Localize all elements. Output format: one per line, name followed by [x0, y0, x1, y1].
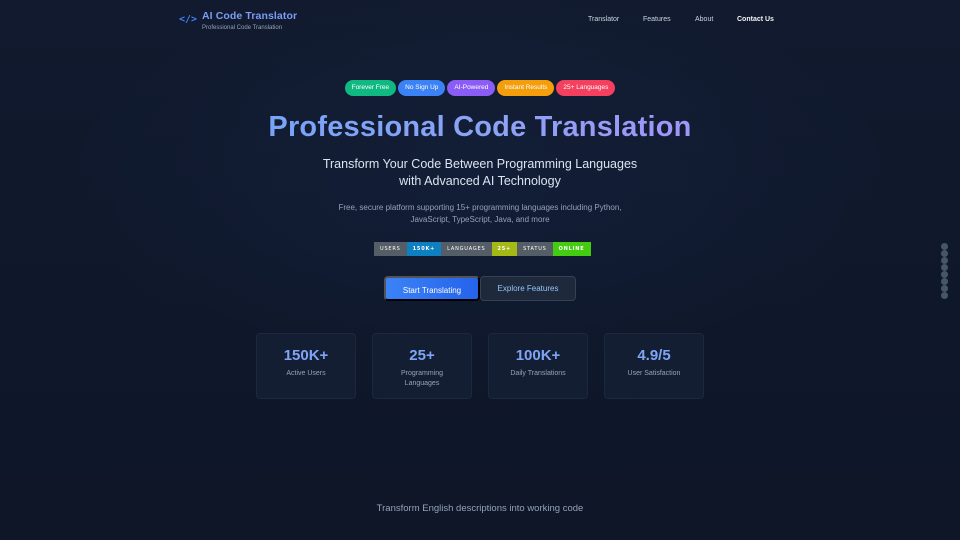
shield-users-key: USERS	[374, 242, 407, 256]
nav-links: Translator Features About Contact Us	[0, 15, 960, 25]
badge-no-sign-up: No Sign Up	[398, 80, 446, 96]
badge-ai-powered: AI-Powered	[447, 80, 496, 96]
scroll-dot[interactable]	[941, 250, 948, 257]
section-scroll-dots	[941, 243, 948, 299]
hero-subtitle-line-1: Transform Your Code Between Programming …	[322, 157, 638, 171]
scroll-dot[interactable]	[941, 257, 948, 264]
hero-description-line-2: JavaScript, TypeScript, Java, and more	[410, 215, 550, 224]
shield-languages-value: 25+	[491, 242, 518, 256]
page: </> AI Code Translator Professional Code…	[0, 0, 960, 540]
scroll-dot[interactable]	[941, 278, 948, 285]
section-intro-text: Transform English descriptions into work…	[376, 503, 584, 514]
stat-value: 4.9/5	[637, 347, 671, 364]
nav-link-about[interactable]: About	[695, 15, 713, 25]
hero-description-line-1: Free, secure platform supporting 15+ pro…	[338, 203, 622, 212]
scroll-dot[interactable]	[941, 243, 948, 250]
explore-features-button[interactable]: Explore Features	[480, 276, 576, 301]
stat-value: 25+	[409, 347, 435, 364]
stat-label: Active Users	[286, 370, 326, 377]
nav-link-features[interactable]: Features	[643, 15, 671, 25]
shield-status-key: STATUS	[517, 242, 553, 256]
stat-label: Programming Languages	[400, 370, 443, 387]
top-nav: </> AI Code Translator Professional Code…	[0, 0, 960, 40]
brand-subtitle: Professional Code Translation	[202, 25, 283, 31]
nav-link-contact[interactable]: Contact Us	[737, 15, 774, 25]
start-translating-button[interactable]: Start Translating	[384, 276, 480, 301]
feature-badges: Forever Free No Sign Up AI-Powered Insta…	[0, 80, 960, 96]
hero-title: Professional Code Translation	[0, 108, 960, 146]
stat-card-active-users: 150K+ Active Users	[256, 333, 356, 399]
scroll-dot[interactable]	[941, 264, 948, 271]
nav-link-translator[interactable]: Translator	[588, 15, 619, 25]
shield-status-value: ONLINE	[552, 242, 591, 256]
hero-subtitle: Transform Your Code Between Programming …	[0, 156, 960, 190]
stat-label: Daily Translations	[510, 370, 566, 377]
stat-card-daily-translations: 100K+ Daily Translations	[488, 333, 588, 399]
stat-card-languages: 25+ Programming Languages	[372, 333, 472, 399]
stat-value: 100K+	[515, 347, 561, 364]
shield-languages-key: LANGUAGES	[441, 242, 492, 256]
badge-instant-results: Instant Results	[497, 80, 555, 96]
scroll-dot[interactable]	[941, 285, 948, 292]
stat-label: User Satisfaction	[627, 370, 681, 377]
stat-card-satisfaction: 4.9/5 User Satisfaction	[604, 333, 704, 399]
scroll-dot[interactable]	[941, 292, 948, 299]
shield-users-value: 150K+	[406, 242, 442, 256]
badge-forever-free: Forever Free	[344, 80, 397, 96]
hero-description: Free, secure platform supporting 15+ pro…	[0, 202, 960, 226]
scroll-dot[interactable]	[941, 271, 948, 278]
hero-subtitle-line-2: with Advanced AI Technology	[399, 174, 561, 188]
badge-languages: 25+ Languages	[556, 80, 616, 96]
status-shields: USERS 150K+ LANGUAGES 25+ STATUS ONLINE	[374, 242, 591, 256]
stat-value: 150K+	[283, 347, 329, 364]
